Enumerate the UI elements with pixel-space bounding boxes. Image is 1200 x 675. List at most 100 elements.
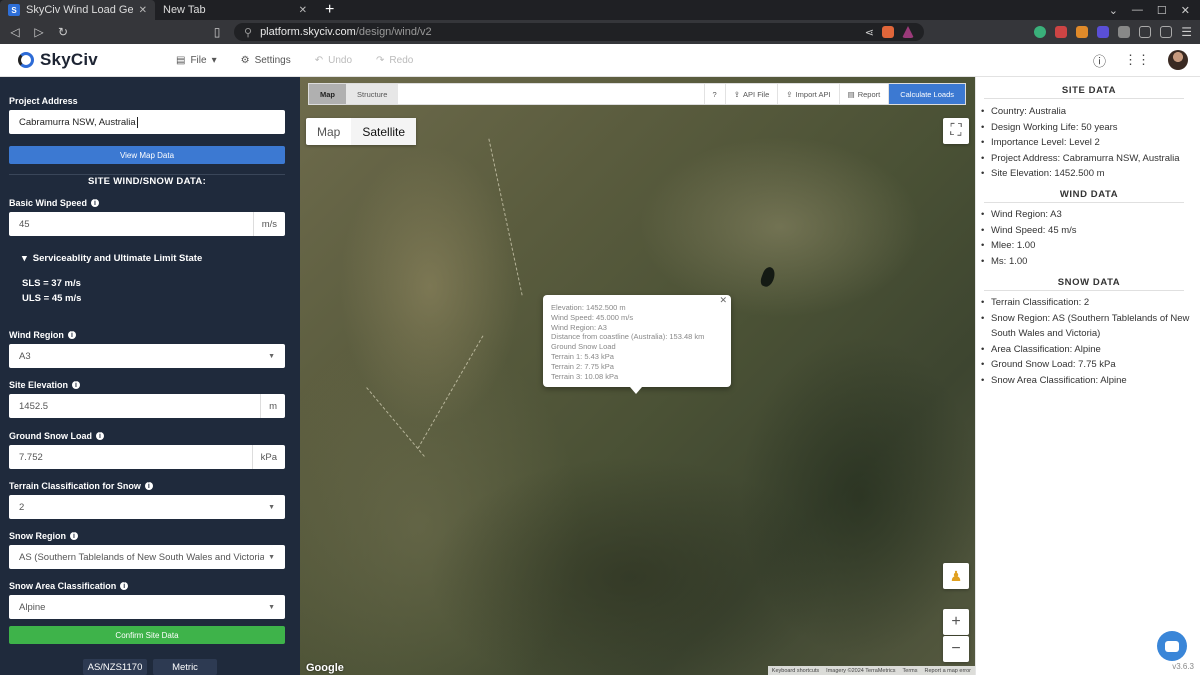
undo-button[interactable]: ↶ Undo [315,55,352,66]
help-button[interactable]: ? [703,84,725,104]
new-tab-icon[interactable]: + [315,0,344,20]
snow-area-select[interactable]: Alpine ▼ [9,595,285,619]
browser-tab-new[interactable]: New Tab ✕ [155,0,315,20]
wind-region-label: Wind Region i [9,330,76,340]
dropdown-caret-icon: ▼ [268,352,275,360]
forward-icon[interactable]: ▷ [32,25,46,39]
list-item: Snow Region: AS (Southern Tablelands of … [981,311,1196,342]
site-elevation-label-text: Site Elevation [9,380,69,390]
ground-snow-input[interactable]: 7.752 kPa [9,445,285,469]
site-elevation-input[interactable]: 1452.5 m [9,394,285,418]
street-view-pegman-icon[interactable]: ♟ [943,563,969,589]
satellite-map[interactable]: Map Structure ? ⇪ API File ⇪ Import API ▤ R… [300,77,975,675]
project-address-input[interactable]: Cabramurra NSW, Australia [9,110,285,134]
tab-search-icon[interactable]: ⌄ [1109,4,1118,17]
zoom-out-button[interactable]: − [943,636,969,662]
site-elevation-label: Site Elevation i [9,380,81,390]
extension-a-icon[interactable] [1097,26,1110,38]
back-icon[interactable]: ◁ [8,25,22,39]
project-address-label: Project Address [9,96,78,106]
settings-menu[interactable]: ⚙ Settings [241,55,291,66]
snow-area-label: Snow Area Classification i [9,581,129,591]
popup-line: Terrain 3: 10.08 kPa [551,371,619,381]
maximize-icon[interactable]: ☐ [1157,4,1167,17]
extensions-icon[interactable] [1118,26,1131,38]
map-type-satellite[interactable]: Satellite [351,118,417,145]
info-icon[interactable]: i [67,331,76,339]
google-logo: Google [306,662,344,674]
snow-region-value: AS (Southern Tablelands of New South Wal… [19,551,264,563]
site-section-title: SITE WIND/SNOW DATA: [80,176,215,187]
report-map-error-link[interactable]: Report a map error [925,668,971,674]
info-icon[interactable]: i [144,482,153,490]
brave-shield-icon[interactable] [882,26,894,38]
confirm-site-data-button[interactable]: Confirm Site Data [9,626,285,644]
extension-red-icon[interactable] [1055,26,1068,38]
browser-address-bar: ◁ ▷ ↻ ▯ ⚲ platform.skyciv.com/design/win… [0,20,1200,44]
apps-grid-icon[interactable]: ⋮⋮ [1124,52,1150,68]
info-icon[interactable]: i [70,532,78,540]
skyciv-logo[interactable]: SkyCiv [0,50,176,70]
extension-green-icon[interactable] [1034,26,1047,38]
browser-tab-skyciv[interactable]: S SkyCiv Wind Load Generat ✕ [0,0,155,20]
info-icon[interactable]: i [96,432,104,440]
dropdown-caret-icon: ▼ [268,553,275,561]
wallet-icon[interactable] [1160,26,1173,38]
terrain-select[interactable]: 2 ▼ [9,495,285,519]
help-icon[interactable]: ⓘ [1093,51,1106,70]
site-elevation-value: 1452.5 [19,400,49,412]
user-avatar[interactable] [1168,50,1188,70]
bookmark-icon[interactable]: ▯ [210,25,224,39]
close-tab-icon[interactable]: ✕ [139,5,147,16]
close-window-icon[interactable]: ✕ [1181,4,1190,17]
snow-area-label-text: Snow Area Classification [9,581,117,591]
tab-structure[interactable]: Structure [346,84,399,104]
info-icon[interactable]: i [72,381,81,389]
wind-speed-unit: m/s [252,212,285,236]
info-icon[interactable]: i [90,199,99,207]
units-chip[interactable]: Metric [153,659,217,675]
limit-state-toggle[interactable]: ▾ Serviceablity and Ultimate Limit State [22,253,202,264]
fullscreen-icon[interactable]: ⛶ [943,118,969,144]
caret-down-icon: ▾ [22,253,27,264]
file-menu[interactable]: ▤ File ▾ [176,55,217,66]
share-icon[interactable]: ⋖ [865,26,874,39]
sidebar-toggle-icon[interactable] [1139,26,1152,38]
popup-pointer [630,387,642,394]
info-icon[interactable]: i [120,582,129,590]
tab-map[interactable]: Map [309,84,346,104]
extension-fox-icon[interactable] [1076,26,1089,38]
redo-icon: ↷ [376,54,385,66]
close-tab-icon[interactable]: ✕ [299,5,307,16]
wind-speed-input[interactable]: 45 m/s [9,212,285,236]
api-file-button[interactable]: ⇪ API File [724,84,778,104]
undo-icon: ↶ [314,54,324,66]
view-map-data-button[interactable]: View Map Data [9,146,285,164]
file-menu-label: File [190,54,207,66]
close-icon[interactable]: ✕ [719,295,727,306]
zoom-in-button[interactable]: + [943,609,969,635]
wind-data-list: Wind Region: A3 Wind Speed: 45 m/s Mlee:… [981,207,1196,269]
minimize-icon[interactable]: — [1132,4,1143,16]
project-address-value: Cabramurra NSW, Australia [19,116,136,128]
wind-speed-label-text: Basic Wind Speed [9,198,87,208]
chat-support-button[interactable] [1157,631,1187,661]
terrain-value: 2 [19,501,25,513]
reload-icon[interactable]: ↻ [56,25,70,39]
redo-button[interactable]: ↷ Redo [376,55,413,66]
browser-menu-icon[interactable]: ☰ [1181,25,1192,39]
import-api-button[interactable]: ⇪ Import API [777,84,838,104]
snow-region-select[interactable]: AS (Southern Tablelands of New South Wal… [9,545,285,569]
map-type-map[interactable]: Map [306,118,351,145]
rewards-icon[interactable] [902,26,914,38]
report-button[interactable]: ▤ Report [838,84,889,104]
site-info-icon[interactable]: ⚲ [244,26,252,39]
terms-link[interactable]: Terms [903,668,918,674]
wind-region-select[interactable]: A3 ▼ [9,344,285,368]
imagery-credit: Imagery ©2024 TerraMetrics [826,667,896,674]
keyboard-shortcuts-link[interactable]: Keyboard shortcuts [772,668,819,674]
design-standard-chip[interactable]: AS/NZS1170 [83,659,147,675]
calculate-loads-button[interactable]: Calculate Loads [888,84,965,104]
url-field[interactable]: ⚲ platform.skyciv.com/design/wind/v2 ⋖ [234,23,924,41]
gear-icon: ⚙ [240,54,250,66]
